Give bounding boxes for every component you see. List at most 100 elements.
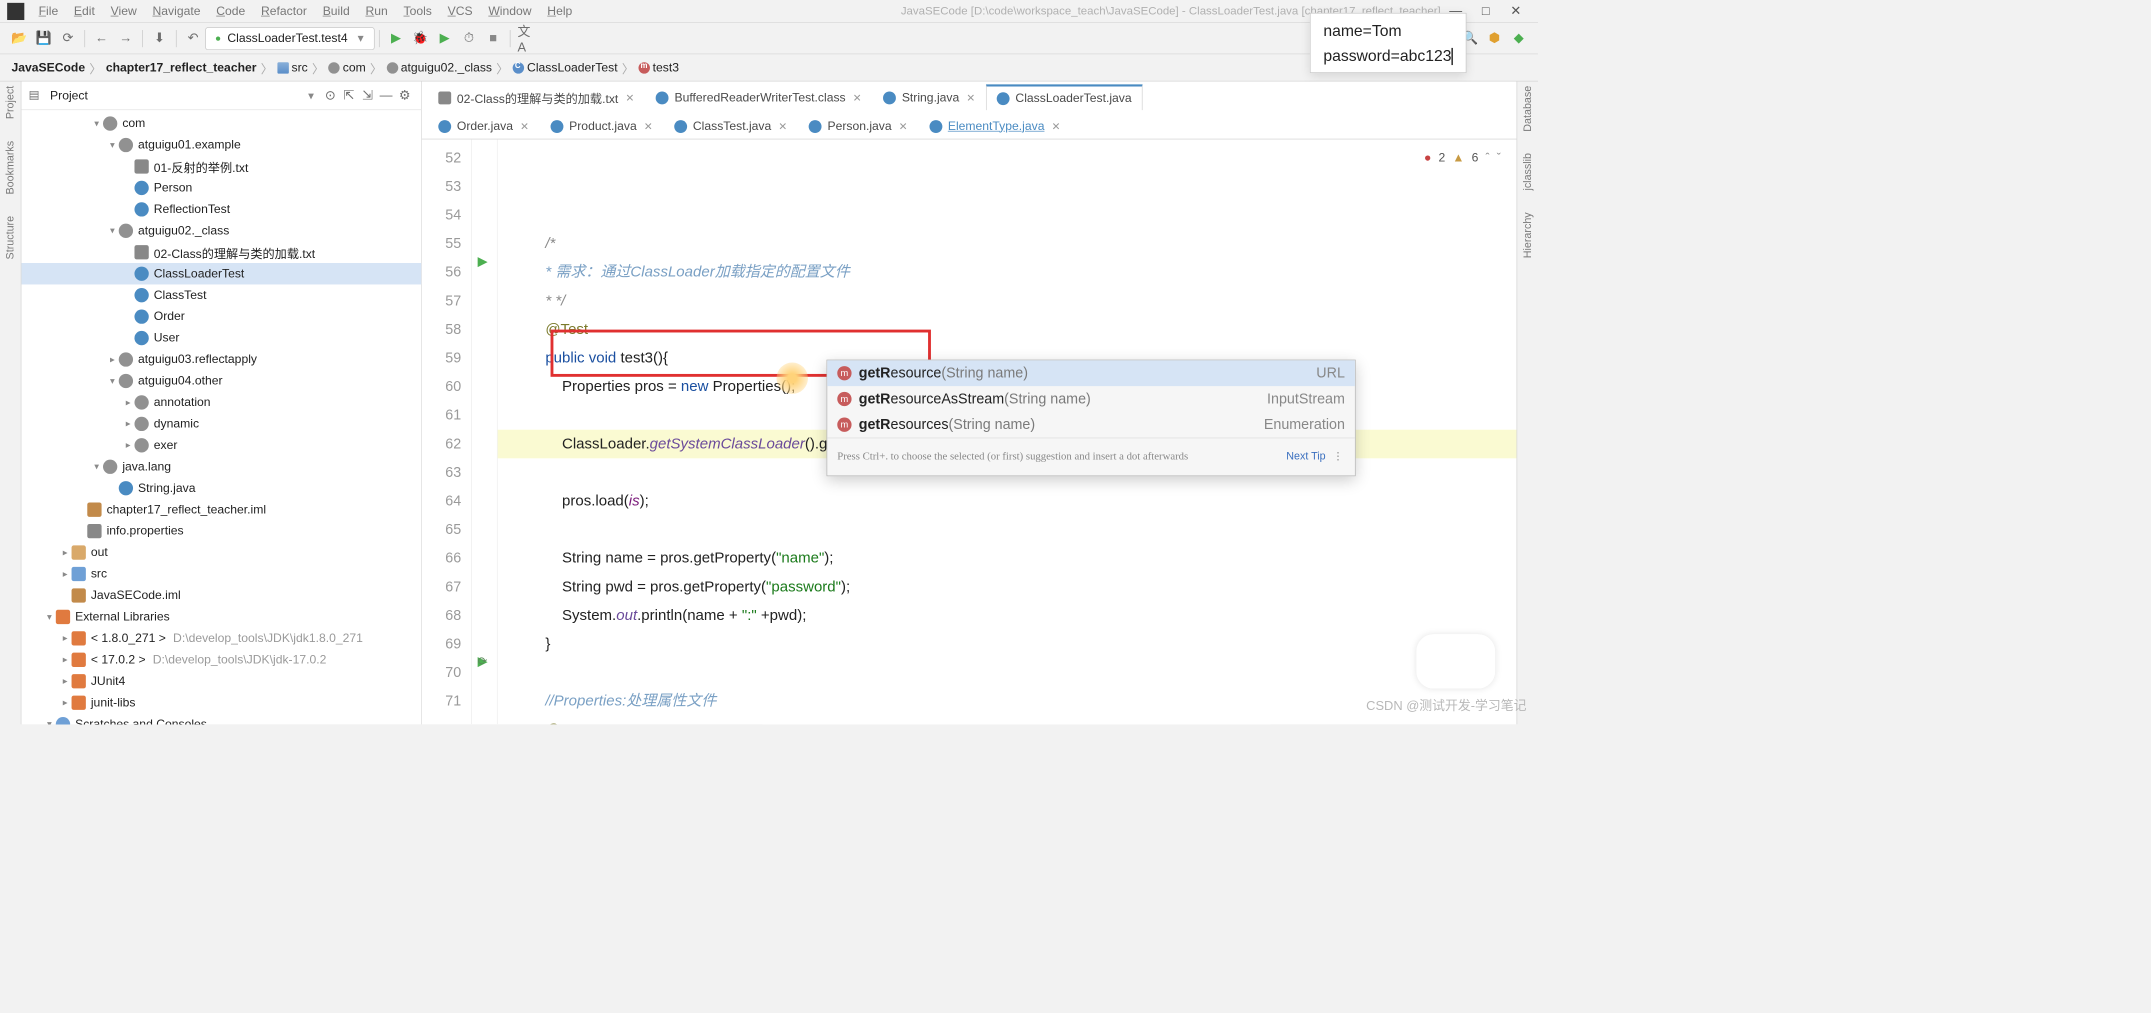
tree-item[interactable]: ▾ External Libraries: [21, 606, 421, 627]
tree-item[interactable]: ▸ atguigu03.reflectapply: [21, 349, 421, 370]
menu-help[interactable]: Help: [547, 4, 572, 18]
tree-item[interactable]: ClassTest: [21, 285, 421, 306]
crumb-src[interactable]: src: [277, 60, 308, 74]
back-icon[interactable]: ←: [92, 29, 111, 48]
crumb-com[interactable]: com: [328, 60, 365, 74]
run-config-selector[interactable]: ClassLoaderTest.test4▾: [205, 27, 374, 50]
vcs-icon[interactable]: ⬇: [150, 29, 169, 48]
crumb-project[interactable]: JavaSECode: [11, 60, 85, 74]
editor-tab[interactable]: ClassTest.java ✕: [664, 113, 799, 139]
completion-item[interactable]: m getResource(String name) URL: [827, 360, 1355, 386]
tree-item[interactable]: chapter17_reflect_teacher.iml: [21, 499, 421, 520]
side-bookmarks[interactable]: Bookmarks: [4, 141, 16, 195]
crumb-class[interactable]: ClassLoaderTest: [513, 60, 618, 74]
tree-item[interactable]: ▸ junit-libs: [21, 692, 421, 713]
tree-item[interactable]: ReflectionTest: [21, 199, 421, 220]
tree-expand-icon[interactable]: ▾: [90, 118, 103, 129]
expand-all-icon[interactable]: ⇱: [340, 88, 359, 103]
tree-item[interactable]: User: [21, 327, 421, 348]
menu-tools[interactable]: Tools: [403, 4, 431, 18]
tree-item[interactable]: ▸ < 1.8.0_271 >D:\develop_tools\JDK\jdk1…: [21, 628, 421, 649]
completion-item[interactable]: m getResourceAsStream(String name) Input…: [827, 386, 1355, 412]
tree-expand-icon[interactable]: ▸: [122, 397, 135, 408]
tree-item[interactable]: ▸ JUnit4: [21, 671, 421, 692]
menu-file[interactable]: File: [39, 4, 59, 18]
side-database[interactable]: Database: [1522, 86, 1534, 132]
editor-tab[interactable]: Order.java ✕: [428, 113, 540, 139]
coverage-icon[interactable]: ▶: [435, 29, 454, 48]
tree-item[interactable]: ▸ out: [21, 542, 421, 563]
tree-expand-icon[interactable]: ▾: [106, 225, 119, 236]
tree-expand-icon[interactable]: ▸: [59, 697, 72, 708]
inspection-badges[interactable]: ●2 ▲6 ˆˇ: [1424, 144, 1501, 173]
tree-item[interactable]: JavaSECode.iml: [21, 585, 421, 606]
ide-settings-icon[interactable]: ⬢: [1485, 29, 1504, 48]
debug-button-icon[interactable]: 🐞: [411, 29, 430, 48]
tab-close-icon[interactable]: ✕: [644, 120, 653, 133]
tab-close-icon[interactable]: ✕: [625, 91, 634, 104]
tree-item[interactable]: ▾ atguigu02._class: [21, 220, 421, 241]
menu-edit[interactable]: Edit: [74, 4, 95, 18]
hide-panel-icon[interactable]: —: [377, 88, 396, 103]
side-project[interactable]: Project: [4, 86, 16, 119]
tab-close-icon[interactable]: ✕: [853, 91, 862, 104]
save-icon[interactable]: 💾: [34, 29, 53, 48]
tree-item[interactable]: ▸ annotation: [21, 392, 421, 413]
maximize-button[interactable]: □: [1471, 4, 1501, 19]
select-opened-icon[interactable]: ⊙: [321, 88, 340, 103]
tree-item[interactable]: ▸ < 17.0.2 >D:\develop_tools\JDK\jdk-17.…: [21, 649, 421, 670]
open-icon[interactable]: 📂: [10, 29, 29, 48]
tree-item[interactable]: ▾ com: [21, 113, 421, 134]
crumb-module[interactable]: chapter17_reflect_teacher: [106, 60, 257, 74]
tree-expand-icon[interactable]: ▸: [59, 547, 72, 558]
next-tip-link[interactable]: Next Tip: [1286, 443, 1325, 472]
tree-expand-icon[interactable]: ▸: [106, 354, 119, 365]
tree-item[interactable]: Order: [21, 306, 421, 327]
editor-tab[interactable]: 02-Class的理解与类的加载.txt ✕: [428, 84, 646, 110]
close-window-button[interactable]: ✕: [1501, 4, 1531, 19]
undo-arrow-icon[interactable]: ↶: [184, 29, 203, 48]
editor-tab[interactable]: ElementType.java ✕: [919, 113, 1072, 139]
menu-code[interactable]: Code: [216, 4, 245, 18]
tree-item[interactable]: ▸ dynamic: [21, 413, 421, 434]
gutter-run-icon[interactable]: ▶: [478, 254, 488, 269]
tree-item[interactable]: ▸ exer: [21, 435, 421, 456]
crumb-method[interactable]: test3: [638, 60, 679, 74]
tree-item[interactable]: ▾ atguigu01.example: [21, 134, 421, 155]
menu-window[interactable]: Window: [488, 4, 531, 18]
editor-tab[interactable]: Person.java ✕: [798, 113, 918, 139]
tab-close-icon[interactable]: ✕: [1052, 120, 1061, 133]
tree-expand-icon[interactable]: ▾: [43, 719, 56, 725]
tree-item[interactable]: ▾ atguigu04.other: [21, 370, 421, 391]
run-button-icon[interactable]: ▶: [387, 29, 406, 48]
tree-expand-icon[interactable]: ▸: [59, 568, 72, 579]
side-jclasslib[interactable]: jclasslib: [1522, 153, 1534, 191]
completion-item[interactable]: m getResources(String name) Enumeration: [827, 412, 1355, 438]
translate-icon[interactable]: 文A: [517, 29, 536, 48]
project-tree[interactable]: ▾ com ▾ atguigu01.example 01-反射的举例.txt P…: [21, 110, 421, 724]
tree-expand-icon[interactable]: ▾: [43, 611, 56, 622]
tab-close-icon[interactable]: ✕: [899, 120, 908, 133]
tab-close-icon[interactable]: ✕: [520, 120, 529, 133]
editor-tab[interactable]: BufferedReaderWriterTest.class ✕: [645, 84, 872, 110]
plugin-icon[interactable]: ◆: [1509, 29, 1528, 48]
stop-icon[interactable]: ■: [484, 29, 503, 48]
tree-item[interactable]: 01-反射的举例.txt: [21, 156, 421, 177]
tree-expand-icon[interactable]: ▾: [90, 461, 103, 472]
menu-run[interactable]: Run: [365, 4, 387, 18]
tab-close-icon[interactable]: ✕: [966, 91, 975, 104]
menu-vcs[interactable]: VCS: [448, 4, 473, 18]
completion-popup[interactable]: m getResource(String name) URL m getReso…: [827, 360, 1356, 477]
tree-expand-icon[interactable]: ▸: [59, 633, 72, 644]
crumb-pkg[interactable]: atguigu02._class: [386, 60, 492, 74]
tree-item[interactable]: ClassLoaderTest: [21, 263, 421, 284]
menu-view[interactable]: View: [111, 4, 137, 18]
menu-build[interactable]: Build: [323, 4, 350, 18]
tree-expand-icon[interactable]: ▸: [59, 654, 72, 665]
menu-refactor[interactable]: Refactor: [261, 4, 307, 18]
tree-item[interactable]: ▸ src: [21, 563, 421, 584]
editor-tab[interactable]: String.java ✕: [873, 84, 987, 110]
tree-item[interactable]: info.properties: [21, 521, 421, 542]
tree-item[interactable]: Person: [21, 177, 421, 198]
code-area[interactable]: ●2 ▲6 ˆˇ /* * 需求：通过ClassLoader加载指定的配置文件 …: [498, 139, 1517, 724]
